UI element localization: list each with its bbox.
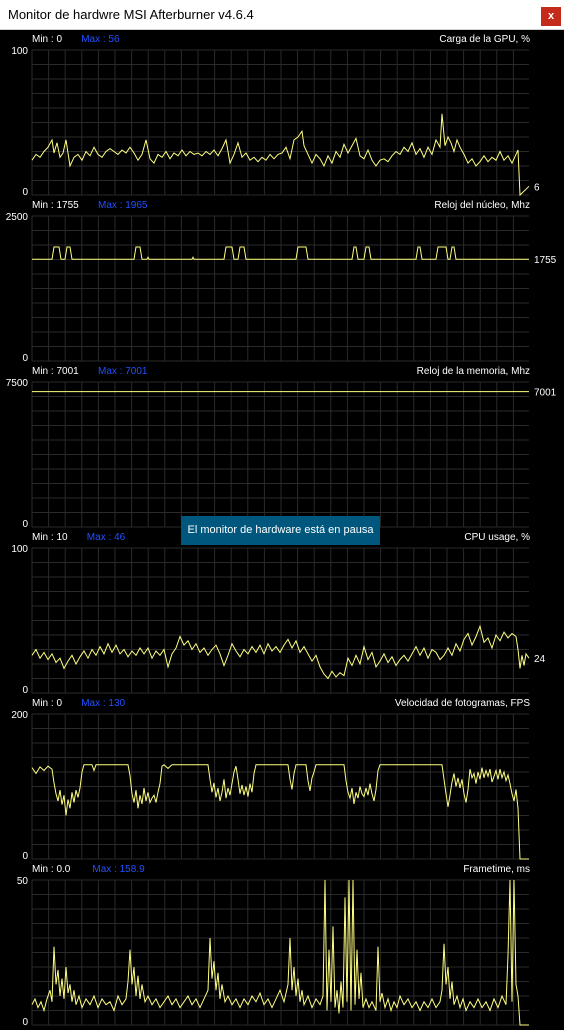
graph-reloj-de-la-memoria-mhz[interactable]: Min : 7001 Max : 7001 Reloj de la memoria,… [6, 366, 557, 530]
y-axis-max-label: 2500 [6, 212, 29, 223]
y-axis-max-label: 100 [11, 46, 28, 57]
graph-current-value: 1755 [534, 255, 557, 266]
graph-min-label: Min : 7001 [32, 366, 79, 377]
graph-max-label: Max : 1965 [98, 200, 148, 211]
y-axis-max-label: 7500 [6, 378, 29, 389]
graph-frametime-ms[interactable]: Min : 0.0 Max : 158.9 Frametime, ms 50 0 [17, 864, 530, 1028]
graph-max-label: Max : 7001 [98, 366, 148, 377]
graph-grid [31, 215, 529, 362]
graph-current-value: 24 [534, 654, 546, 665]
graph-current-value: 6 [534, 182, 540, 193]
y-axis-max-label: 200 [11, 710, 28, 721]
y-axis-min-label: 0 [22, 187, 28, 198]
graph-grid [31, 49, 529, 196]
graph-min-label: Min : 0.0 [32, 864, 71, 875]
y-axis-max-label: 100 [11, 544, 28, 555]
graph-max-label: Max : 130 [81, 698, 125, 709]
graph-cpu-usage[interactable]: Min : 10 Max : 46 CPU usage, % 100 0 24 [11, 532, 545, 696]
graph-velocidad-de-fotogramas-fps[interactable]: Min : 0 Max : 130 Velocidad de fotogramas,… [11, 698, 530, 862]
graph-title: Frametime, ms [463, 864, 530, 875]
graph-grid [31, 713, 529, 860]
graph-grid [31, 381, 529, 528]
close-button[interactable]: x [541, 7, 561, 26]
graph-title: Carga de la GPU, % [439, 34, 530, 45]
graph-reloj-del-nucleo-mhz[interactable]: Min : 1755 Max : 1965 Reloj del núcleo, Mh… [6, 200, 557, 364]
graph-min-label: Min : 10 [32, 532, 68, 543]
graph-max-label: Max : 46 [87, 532, 126, 543]
graph-max-label: Max : 158.9 [92, 864, 145, 875]
graph-title: Reloj de la memoria, Mhz [417, 366, 530, 377]
window-title: Monitor de hardwre MSI Afterburner v4.6.… [8, 7, 254, 22]
hardware-monitor-window: Monitor de hardwre MSI Afterburner v4.6.… [0, 0, 564, 1030]
graph-title: Reloj del núcleo, Mhz [434, 200, 530, 211]
graph-carga-de-la-gpu[interactable]: Min : 0 Max : 56 Carga de la GPU, % 100 0 6 [11, 34, 540, 198]
graph-min-label: Min : 1755 [32, 200, 79, 211]
title-bar[interactable]: Monitor de hardwre MSI Afterburner v4.6.… [0, 0, 564, 30]
paused-banner: El monitor de hardware está en pausa [181, 516, 380, 545]
graph-title: CPU usage, % [464, 532, 530, 543]
graph-min-label: Min : 0 [32, 34, 62, 45]
y-axis-min-label: 0 [22, 1017, 28, 1028]
y-axis-min-label: 0 [22, 353, 28, 364]
graph-max-label: Max : 56 [81, 34, 120, 45]
y-axis-min-label: 0 [22, 851, 28, 862]
y-axis-max-label: 50 [17, 876, 29, 887]
y-axis-min-label: 0 [22, 685, 28, 696]
graph-title: Velocidad de fotogramas, FPS [395, 698, 530, 709]
y-axis-min-label: 0 [22, 519, 28, 530]
graph-min-label: Min : 0 [32, 698, 62, 709]
graph-current-value: 7001 [534, 388, 557, 399]
graph-grid [31, 547, 529, 694]
